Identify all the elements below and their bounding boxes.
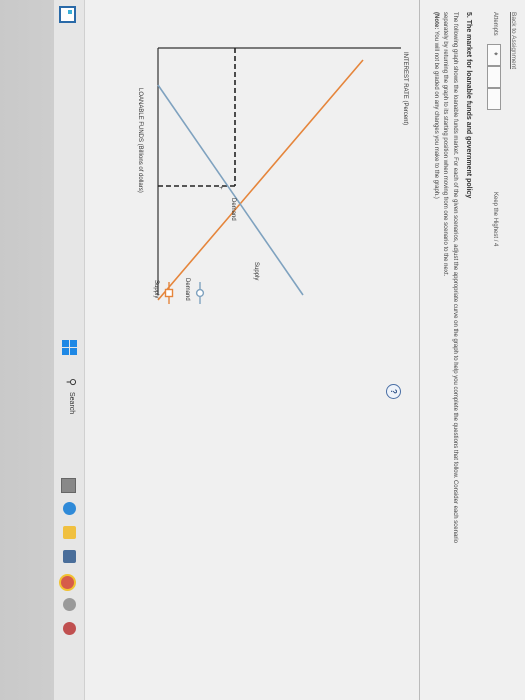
- equilibrium-plus-icon: +: [217, 186, 223, 190]
- attempts-label: Attempts: [492, 12, 498, 36]
- windows-tile-1: [70, 340, 77, 347]
- start-corner-icon[interactable]: [59, 6, 76, 23]
- graph-panel: INTEREST RATE (Percent) LOANABLE FUNDS (…: [93, 10, 413, 700]
- help-icon[interactable]: ?: [386, 384, 401, 399]
- supply-curve[interactable]: [157, 59, 364, 301]
- windows-tile-4: [62, 348, 69, 355]
- assignment-page: Back to Assignment Attempts ♦ Keep the H…: [85, 0, 525, 700]
- section-divider: [419, 0, 420, 700]
- windows-taskbar: ⚲ Search: [54, 0, 85, 700]
- task-view-icon[interactable]: [61, 478, 76, 493]
- chrome-icon[interactable]: [59, 574, 76, 591]
- note-prefix: (Note:: [433, 12, 439, 30]
- note-body: You will not be graded on any changes yo…: [433, 29, 439, 199]
- windows-tile-3: [62, 340, 69, 347]
- search-icon: ⚲: [65, 378, 77, 387]
- demand-curve-label: Demand: [230, 198, 236, 221]
- browser-screen: Back to Assignment Attempts ♦ Keep the H…: [54, 0, 525, 700]
- help-question-mark: ?: [389, 389, 398, 394]
- windows-icon[interactable]: [61, 340, 77, 356]
- search-label: Search: [68, 392, 75, 415]
- attempt-box-1[interactable]: ♦: [487, 44, 501, 66]
- palette-demand-label: Demand: [184, 278, 190, 301]
- start-corner-dot: [68, 10, 72, 14]
- keep-highest-label: Keep the Highest / 4: [492, 192, 498, 247]
- attempt-box-2: [487, 66, 501, 88]
- taskbar-app-icon[interactable]: [63, 598, 76, 611]
- taskbar-app-icon-2[interactable]: [63, 622, 76, 635]
- attempt-diamond-icon: ♦: [492, 52, 499, 56]
- attempt-box-3: [487, 88, 501, 110]
- question-instructions: The following graph shows the loanable f…: [442, 12, 459, 543]
- taskbar-search[interactable]: ⚲ Search: [60, 378, 78, 448]
- store-icon[interactable]: [63, 550, 76, 563]
- photo-background: Back to Assignment Attempts ♦ Keep the H…: [0, 0, 525, 700]
- back-to-assignment-link[interactable]: Back to Assignment: [510, 12, 517, 69]
- palette-supply-label: Supply: [153, 280, 159, 298]
- question-title: 5. The market for loanable funds and gov…: [465, 12, 472, 199]
- demand-curve[interactable]: [157, 84, 304, 296]
- loanable-funds-graph[interactable]: INTEREST RATE (Percent) LOANABLE FUNDS (…: [93, 10, 413, 700]
- x-axis-label: LOANABLE FUNDS (Billions of dollars): [137, 88, 143, 193]
- palette-supply-marker-icon[interactable]: [164, 288, 174, 298]
- y-axis-label: INTEREST RATE (Percent): [402, 52, 408, 125]
- question-note: (Note: You will not be graded on any cha…: [433, 12, 439, 572]
- palette-demand-marker-icon[interactable]: [195, 288, 205, 298]
- attempts-row: Attempts ♦ Keep the Highest / 4: [487, 12, 501, 532]
- windows-tile-2: [70, 348, 77, 355]
- supply-curve-label: Supply: [253, 262, 259, 280]
- file-explorer-icon[interactable]: [63, 526, 76, 539]
- edge-icon[interactable]: [63, 502, 76, 515]
